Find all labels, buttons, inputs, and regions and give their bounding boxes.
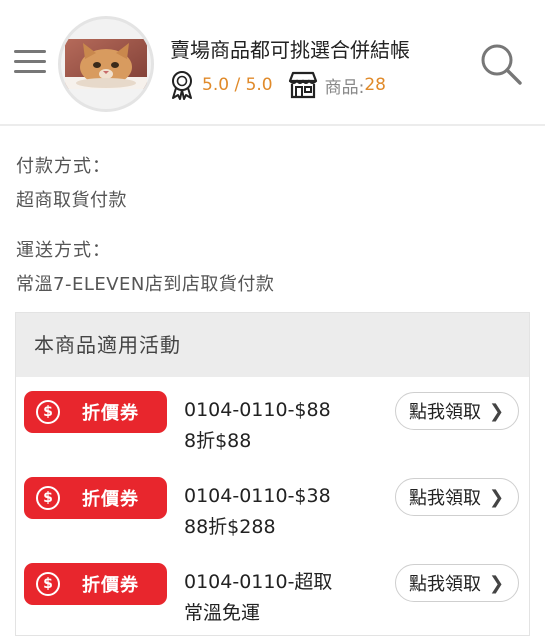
products-count: 28 (364, 75, 386, 95)
shop-header: 賣場商品都可挑選合併結帳 5.0 / 5.0 商品: 28 (0, 0, 545, 126)
claim-button-label: 點我領取 (409, 488, 481, 509)
shop-stats: 5.0 / 5.0 商品: 28 (168, 70, 386, 100)
hamburger-menu-icon[interactable] (14, 50, 46, 76)
dollar-circle-icon: $ (36, 486, 60, 510)
coupon-badge: $ 折價券 (24, 477, 167, 519)
coupon-title: 0104-0110-超取 (184, 571, 333, 593)
dollar-circle-icon: $ (36, 572, 60, 596)
coupon-badge-label: 折價券 (82, 403, 139, 424)
order-info: 付款方式： 超商取貨付款 運送方式： 常溫7-ELEVEN店到店取貨付款 (0, 152, 545, 296)
coupon-badge-label: 折價券 (82, 575, 139, 596)
promotions-header: 本商品適用活動 (16, 313, 529, 377)
claim-button-label: 點我領取 (409, 402, 481, 423)
store-icon (288, 71, 317, 99)
coupon-badge: $ 折價券 (24, 391, 167, 433)
coupon-row: $ 折價券 0104-0110-超取 常溫免運 點我領取 ❯ (16, 549, 529, 635)
shipping-method-label: 運送方式： (16, 240, 111, 261)
coupon-description: 0104-0110-$38 88折$288 (184, 481, 331, 543)
rating-value: 5.0 / 5.0 (202, 75, 273, 95)
shop-title: 賣場商品都可挑選合併結帳 (170, 38, 410, 62)
payment-method-value: 超商取貨付款 (16, 190, 127, 211)
claim-button-label: 點我領取 (409, 574, 481, 595)
coupon-badge-label: 折價券 (82, 489, 139, 510)
shop-avatar[interactable] (58, 16, 154, 112)
products-label: 商品: (324, 77, 365, 98)
coupon-title: 0104-0110-$38 (184, 485, 331, 507)
chevron-right-icon: ❯ (489, 572, 505, 594)
payment-method-label: 付款方式： (16, 156, 111, 177)
coupon-title: 0104-0110-$88 (184, 399, 331, 421)
chevron-right-icon: ❯ (489, 400, 505, 422)
coupon-description: 0104-0110-超取 常溫免運 (184, 567, 332, 629)
shipping-method-value: 常溫7-ELEVEN店到店取貨付款 (16, 274, 275, 295)
cat-avatar-image (65, 39, 147, 89)
search-icon[interactable] (479, 42, 523, 86)
claim-coupon-button[interactable]: 點我領取 ❯ (395, 478, 519, 516)
coupon-row: $ 折價券 0104-0110-$38 88折$288 點我領取 ❯ (16, 463, 529, 549)
coupon-row: $ 折價券 0104-0110-$88 8折$88 點我領取 ❯ (16, 377, 529, 463)
award-medal-icon (172, 71, 192, 100)
coupon-description: 0104-0110-$88 8折$88 (184, 395, 331, 457)
coupon-badge: $ 折價券 (24, 563, 167, 605)
coupon-detail: 88折$288 (184, 516, 276, 538)
promotions-panel: 本商品適用活動 $ 折價券 0104-0110-$88 8折$88 點我領取 ❯… (15, 312, 530, 636)
chevron-right-icon: ❯ (489, 486, 505, 508)
dollar-circle-icon: $ (36, 400, 60, 424)
claim-coupon-button[interactable]: 點我領取 ❯ (395, 392, 519, 430)
claim-coupon-button[interactable]: 點我領取 ❯ (395, 564, 519, 602)
coupon-detail: 常溫免運 (184, 602, 261, 624)
coupon-detail: 8折$88 (184, 430, 252, 452)
